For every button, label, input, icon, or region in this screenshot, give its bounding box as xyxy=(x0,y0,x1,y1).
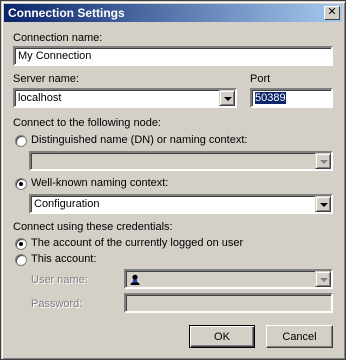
password-input[interactable] xyxy=(124,293,333,313)
window-title: Connection Settings xyxy=(8,6,125,20)
close-icon: ✕ xyxy=(327,6,337,18)
connection-name-value: My Connection xyxy=(18,50,92,62)
wellknown-combobox[interactable]: Configuration xyxy=(29,194,333,214)
close-button[interactable]: ✕ xyxy=(324,6,340,20)
wellknown-radio-label[interactable]: Well-known naming context: xyxy=(31,177,168,189)
chevron-down-icon[interactable] xyxy=(315,153,331,169)
port-value: 50389 xyxy=(255,92,286,104)
port-input[interactable]: 50389 xyxy=(250,88,333,108)
dn-radio-label[interactable]: Distinguished name (DN) or naming contex… xyxy=(31,134,247,146)
server-name-label: Server name: xyxy=(13,73,80,85)
node-section-heading: Connect to the following node: xyxy=(13,117,161,129)
chevron-down-icon[interactable] xyxy=(219,90,235,106)
wellknown-radio[interactable] xyxy=(15,178,27,190)
username-combobox[interactable] xyxy=(124,269,333,289)
credentials-section-heading: Connect using these credentials: xyxy=(13,221,173,233)
port-label: Port xyxy=(250,73,271,85)
ok-button-label: OK xyxy=(214,331,230,343)
server-name-combobox[interactable]: localhost xyxy=(13,88,237,108)
connection-name-input[interactable]: My Connection xyxy=(13,46,333,66)
chevron-down-icon[interactable] xyxy=(315,271,331,287)
title-bar[interactable]: Connection Settings ✕ xyxy=(4,4,342,22)
user-icon xyxy=(130,274,140,285)
chevron-down-icon[interactable] xyxy=(315,196,331,212)
cancel-button-label: Cancel xyxy=(282,331,317,343)
password-label: Password: xyxy=(31,298,83,310)
cancel-button[interactable]: Cancel xyxy=(266,325,333,348)
connection-name-label: Connection name: xyxy=(13,32,103,44)
dn-combobox[interactable] xyxy=(29,151,333,171)
ok-button[interactable]: OK xyxy=(189,325,255,348)
connection-settings-dialog: Connection Settings ✕ Connection name: M… xyxy=(0,0,346,360)
current-user-radio[interactable] xyxy=(15,238,27,250)
this-account-radio-label[interactable]: This account: xyxy=(31,253,96,265)
dn-radio[interactable] xyxy=(15,135,27,147)
this-account-radio[interactable] xyxy=(15,254,27,266)
server-name-value: localhost xyxy=(18,92,62,104)
username-label: User name: xyxy=(31,274,88,286)
current-user-radio-label[interactable]: The account of the currently logged on u… xyxy=(31,237,243,249)
wellknown-value: Configuration xyxy=(34,198,100,210)
